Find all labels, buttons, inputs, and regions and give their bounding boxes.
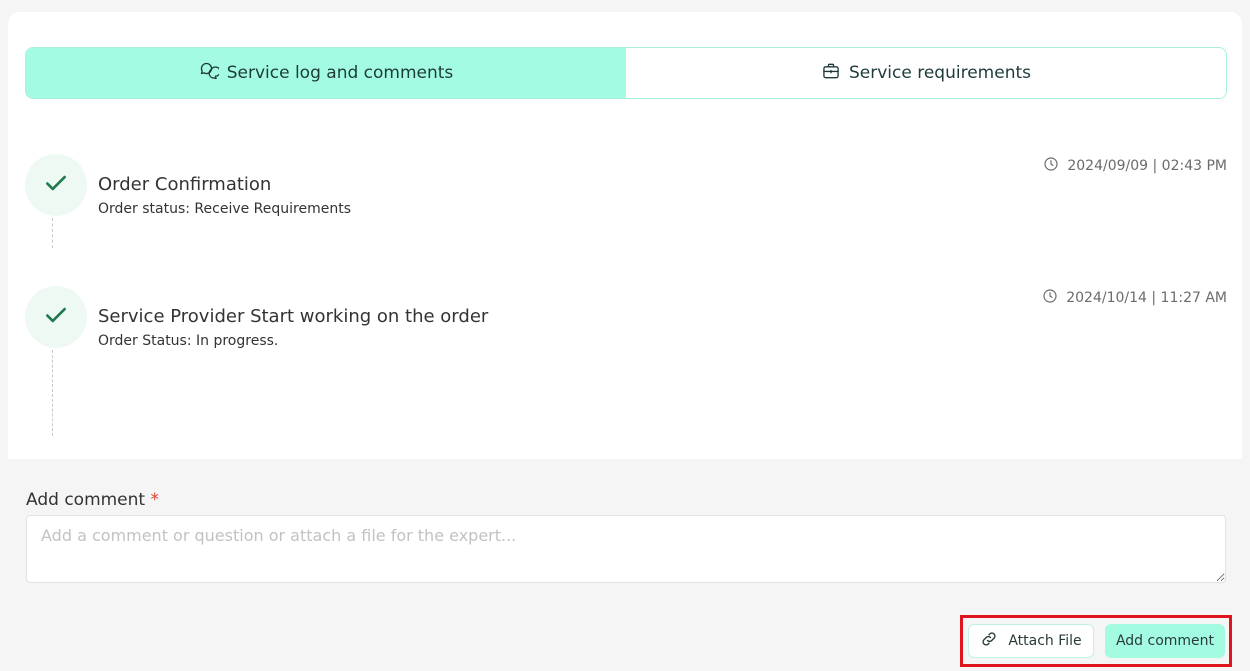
clock-icon [1043,156,1059,176]
event-status: Order status: Receive Requirements [98,201,352,217]
link-icon [980,630,998,652]
add-comment-label: Add comment [1115,633,1215,649]
attach-file-label: Attach File [1008,633,1082,649]
status-indicator [25,154,87,216]
clock-icon [1042,288,1058,308]
timeline-connector [52,350,53,436]
required-marker: * [150,490,160,510]
attach-file-button[interactable]: Attach File [968,624,1094,658]
tab-service-requirements[interactable]: Service requirements [626,48,1226,98]
tab-bar: Service log and comments Service require… [25,47,1227,99]
comment-input[interactable] [26,515,1226,583]
add-comment-button[interactable]: Add comment [1105,624,1225,658]
event-title: Service Provider Start working on the or… [98,306,489,327]
event-timestamp: 2024/10/14 | 11:27 AM [1042,288,1227,308]
event-time-text: 2024/09/09 | 02:43 PM [1067,158,1227,174]
status-indicator [25,286,87,348]
comment-label: Add comment * [26,490,159,510]
comment-label-text: Add comment [26,490,146,510]
check-icon [43,302,69,332]
tab-service-log[interactable]: Service log and comments [26,48,626,98]
tab-service-log-label: Service log and comments [226,63,454,83]
check-icon [43,170,69,200]
timeline-connector [52,218,53,248]
event-timestamp: 2024/09/09 | 02:43 PM [1043,156,1227,176]
event-status: Order Status: In progress. [98,333,279,349]
chat-bubbles-icon [199,61,221,86]
briefcase-icon [821,61,841,86]
event-title: Order Confirmation [98,174,272,195]
event-time-text: 2024/10/14 | 11:27 AM [1066,290,1227,306]
tab-service-requirements-label: Service requirements [849,63,1031,83]
